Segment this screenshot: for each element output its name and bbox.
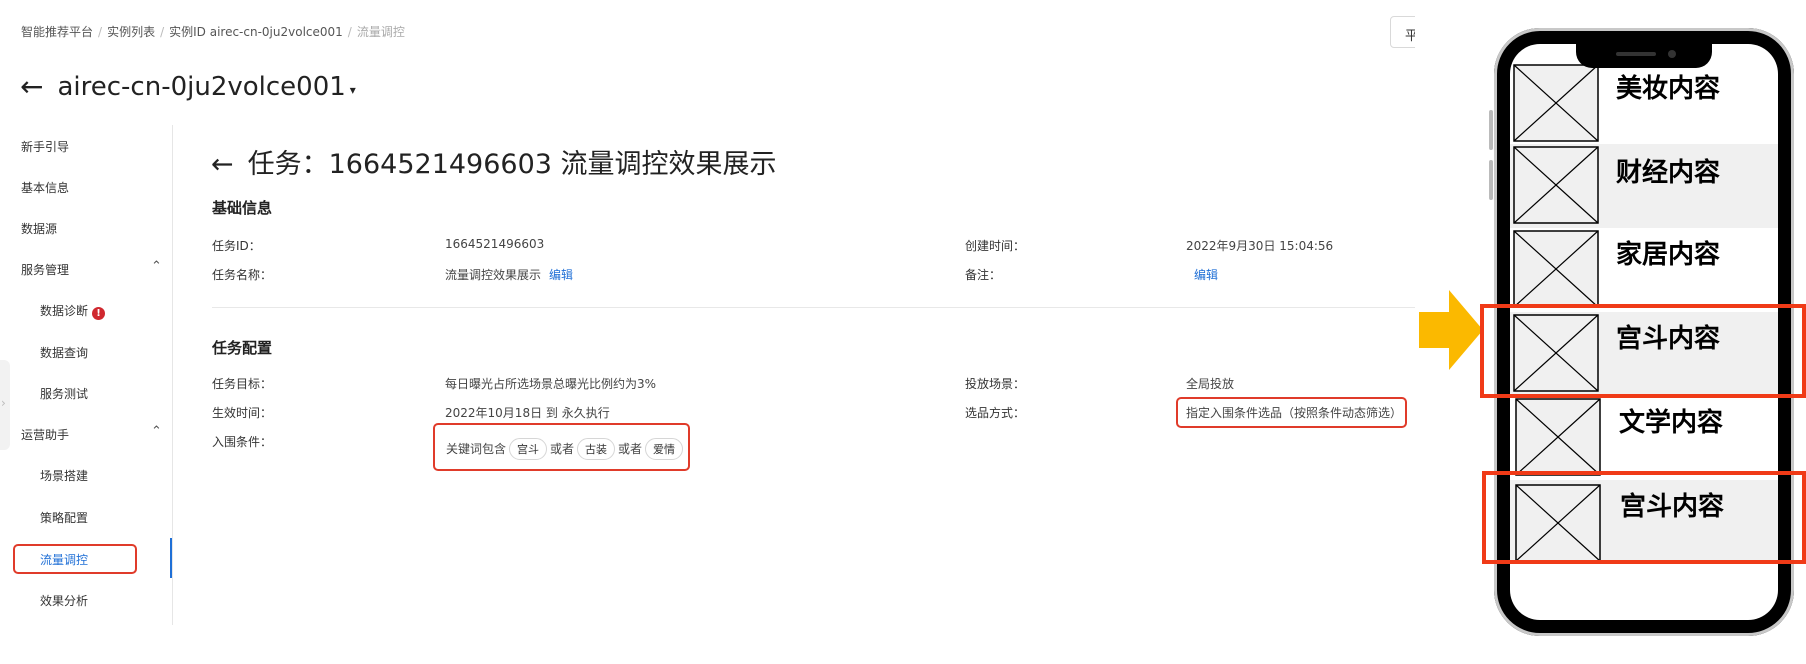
sidebar-item-scene-build[interactable]: 场景搭建: [40, 467, 88, 484]
chevron-up-icon[interactable]: ⌃: [151, 424, 162, 439]
note-label: 备注：: [965, 268, 1002, 282]
task-id-label: 任务ID：: [212, 239, 261, 253]
alert-icon: !: [92, 307, 106, 320]
created-value: 2022年9月30日 15:04:56: [1186, 239, 1334, 253]
sidebar-group-service-mgmt[interactable]: 服务管理 ⌃: [21, 259, 162, 278]
highlight-box-traffic-control: [13, 544, 137, 574]
sidebar-collapse-handle[interactable]: ›: [0, 360, 10, 450]
chevron-right-icon: ›: [1, 396, 6, 410]
sidebar-group-label: 服务管理: [21, 263, 70, 277]
breadcrumb: 智能推荐平台 / 实例列表 / 实例ID airec-cn-0ju2volce001/流…: [21, 25, 405, 39]
selection-label: 选品方式：: [965, 406, 1026, 420]
highlight-box-phone-row: [1480, 304, 1806, 398]
console-panel: 智能推荐平台 / 实例列表 / 实例ID airec-cn-0ju2volce001/流…: [0, 0, 1415, 664]
feed-row: 美妆内容: [1510, 60, 1778, 144]
feed-row: 家居内容: [1510, 228, 1778, 312]
feed-title: 美妆内容: [1616, 74, 1721, 104]
yellow-arrow-icon: [1419, 290, 1483, 370]
breadcrumb-current: 流量调控: [356, 25, 405, 39]
phone-volume-button: [1489, 110, 1493, 150]
phone-notch: [1576, 44, 1712, 68]
edit-name-link[interactable]: 编辑: [549, 268, 573, 282]
sidebar-group-label: 运营助手: [21, 428, 70, 442]
sidebar-item-datasource[interactable]: 数据源: [21, 220, 57, 237]
section-task-config: 任务配置: [212, 339, 273, 357]
speaker-icon: [1616, 52, 1656, 56]
instance-title: airec-cn-0ju2volce001: [57, 71, 346, 102]
sidebar-item-label: 数据诊断: [40, 304, 89, 318]
section-divider: [212, 307, 1415, 308]
phone-volume-button: [1489, 160, 1493, 200]
camera-icon: [1668, 50, 1676, 58]
effective-value: 2022年10月18日 到 永久执行: [445, 406, 610, 420]
image-placeholder-icon: [1513, 230, 1599, 308]
scene-value: 全局投放: [1186, 377, 1235, 391]
task-id-value: 1664521496603: [445, 237, 545, 251]
image-placeholder-icon: [1513, 64, 1599, 142]
breadcrumb-platform[interactable]: 智能推荐平台: [21, 25, 93, 39]
back-arrow-icon[interactable]: ←: [211, 149, 234, 180]
section-basic-info: 基础信息: [212, 199, 273, 217]
scene-label: 投放场景：: [965, 377, 1026, 391]
highlight-box-condition: [433, 423, 690, 471]
active-indicator: [170, 538, 172, 578]
goal-label: 任务目标：: [212, 377, 273, 391]
feed-title: 家居内容: [1616, 240, 1721, 270]
feed-title: 财经内容: [1616, 158, 1721, 188]
goal-value: 每日曝光占所选场景总曝光比例约为3%: [445, 377, 657, 391]
dropdown-caret-icon[interactable]: ▾: [350, 83, 356, 97]
sidebar-item-guide[interactable]: 新手引导: [21, 138, 69, 155]
sidebar-item-service-test[interactable]: 服务测试: [40, 385, 88, 402]
chevron-up-icon[interactable]: ⌃: [151, 259, 162, 274]
task-name-value: 流量调控效果展示: [445, 268, 542, 282]
task-title: ← 任务：1664521496603 流量调控效果展示: [211, 142, 777, 181]
feed-row: 文学内容: [1510, 396, 1778, 480]
image-placeholder-icon: [1513, 146, 1599, 224]
highlight-box-selection: [1176, 397, 1407, 428]
feed-title: 文学内容: [1619, 408, 1724, 438]
edit-note-link[interactable]: 编辑: [1194, 268, 1218, 282]
condition-label: 入围条件：: [212, 435, 273, 449]
sidebar-group-ops-assistant[interactable]: 运营助手 ⌃: [21, 424, 162, 443]
sidebar-item-strategy-config[interactable]: 策略配置: [40, 509, 88, 526]
back-arrow-icon[interactable]: ←: [20, 70, 43, 103]
task-name-label: 任务名称：: [212, 268, 273, 282]
note-field: 编辑: [1186, 266, 1218, 283]
task-name-field: 流量调控效果展示 编辑: [445, 266, 573, 283]
image-placeholder-icon: [1515, 398, 1601, 476]
sidebar-item-basic-info[interactable]: 基本信息: [21, 179, 69, 196]
effective-label: 生效时间：: [212, 406, 273, 420]
highlight-box-phone-row: [1482, 471, 1806, 564]
sidebar-item-data-query[interactable]: 数据查询: [40, 344, 88, 361]
feed-row: 财经内容: [1510, 144, 1778, 228]
breadcrumb-instance-id[interactable]: 实例ID airec-cn-0ju2volce001: [169, 25, 343, 39]
created-label: 创建时间：: [965, 239, 1026, 253]
top-right-button[interactable]: 平: [1390, 16, 1415, 48]
sidebar-item-effect-analysis[interactable]: 效果分析: [40, 592, 88, 609]
sidebar-item-data-diagnosis[interactable]: 数据诊断!: [40, 302, 106, 320]
task-title-text: 任务：1664521496603 流量调控效果展示: [247, 149, 777, 180]
breadcrumb-instance-list[interactable]: 实例列表: [107, 25, 155, 39]
instance-header: ← airec-cn-0ju2volce001 ▾: [20, 70, 356, 103]
